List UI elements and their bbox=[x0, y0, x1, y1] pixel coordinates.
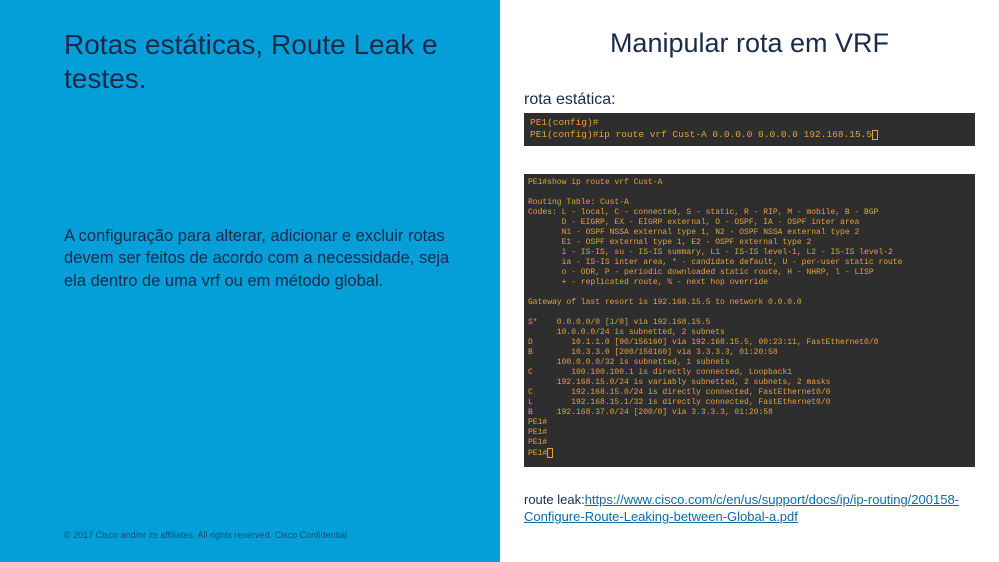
route-leak-link[interactable]: https://www.cisco.com/c/en/us/support/do… bbox=[524, 492, 959, 524]
left-body: A configuração para alterar, adicionar e… bbox=[64, 225, 460, 292]
cursor-icon bbox=[547, 448, 553, 458]
footer-copyright: © 2017 Cisco and/or its affiliates. All … bbox=[64, 530, 347, 540]
cursor-icon bbox=[872, 130, 878, 140]
terminal-line: PE1(config)# bbox=[530, 117, 598, 128]
left-panel: Rotas estáticas, Route Leak e testes. A … bbox=[0, 0, 500, 562]
right-panel: Manipular rota em VRF rota estática: PE1… bbox=[500, 0, 999, 562]
terminal-config: PE1(config)# PE1(config)#ip route vrf Cu… bbox=[524, 113, 975, 146]
terminal-output: PE1#show ip route vrf Cust-A Routing Tab… bbox=[528, 178, 902, 458]
slide: Rotas estáticas, Route Leak e testes. A … bbox=[0, 0, 999, 562]
terminal-line: PE1(config)#ip route vrf Cust-A 0.0.0.0 … bbox=[530, 129, 872, 140]
static-route-label: rota estática: bbox=[524, 91, 975, 109]
route-leak-label: route leak: bbox=[524, 492, 585, 507]
right-title: Manipular rota em VRF bbox=[524, 28, 975, 59]
terminal-show-route: PE1#show ip route vrf Cust-A Routing Tab… bbox=[524, 174, 975, 467]
route-leak-reference: route leak:https://www.cisco.com/c/en/us… bbox=[524, 492, 975, 526]
left-title: Rotas estáticas, Route Leak e testes. bbox=[64, 28, 460, 95]
